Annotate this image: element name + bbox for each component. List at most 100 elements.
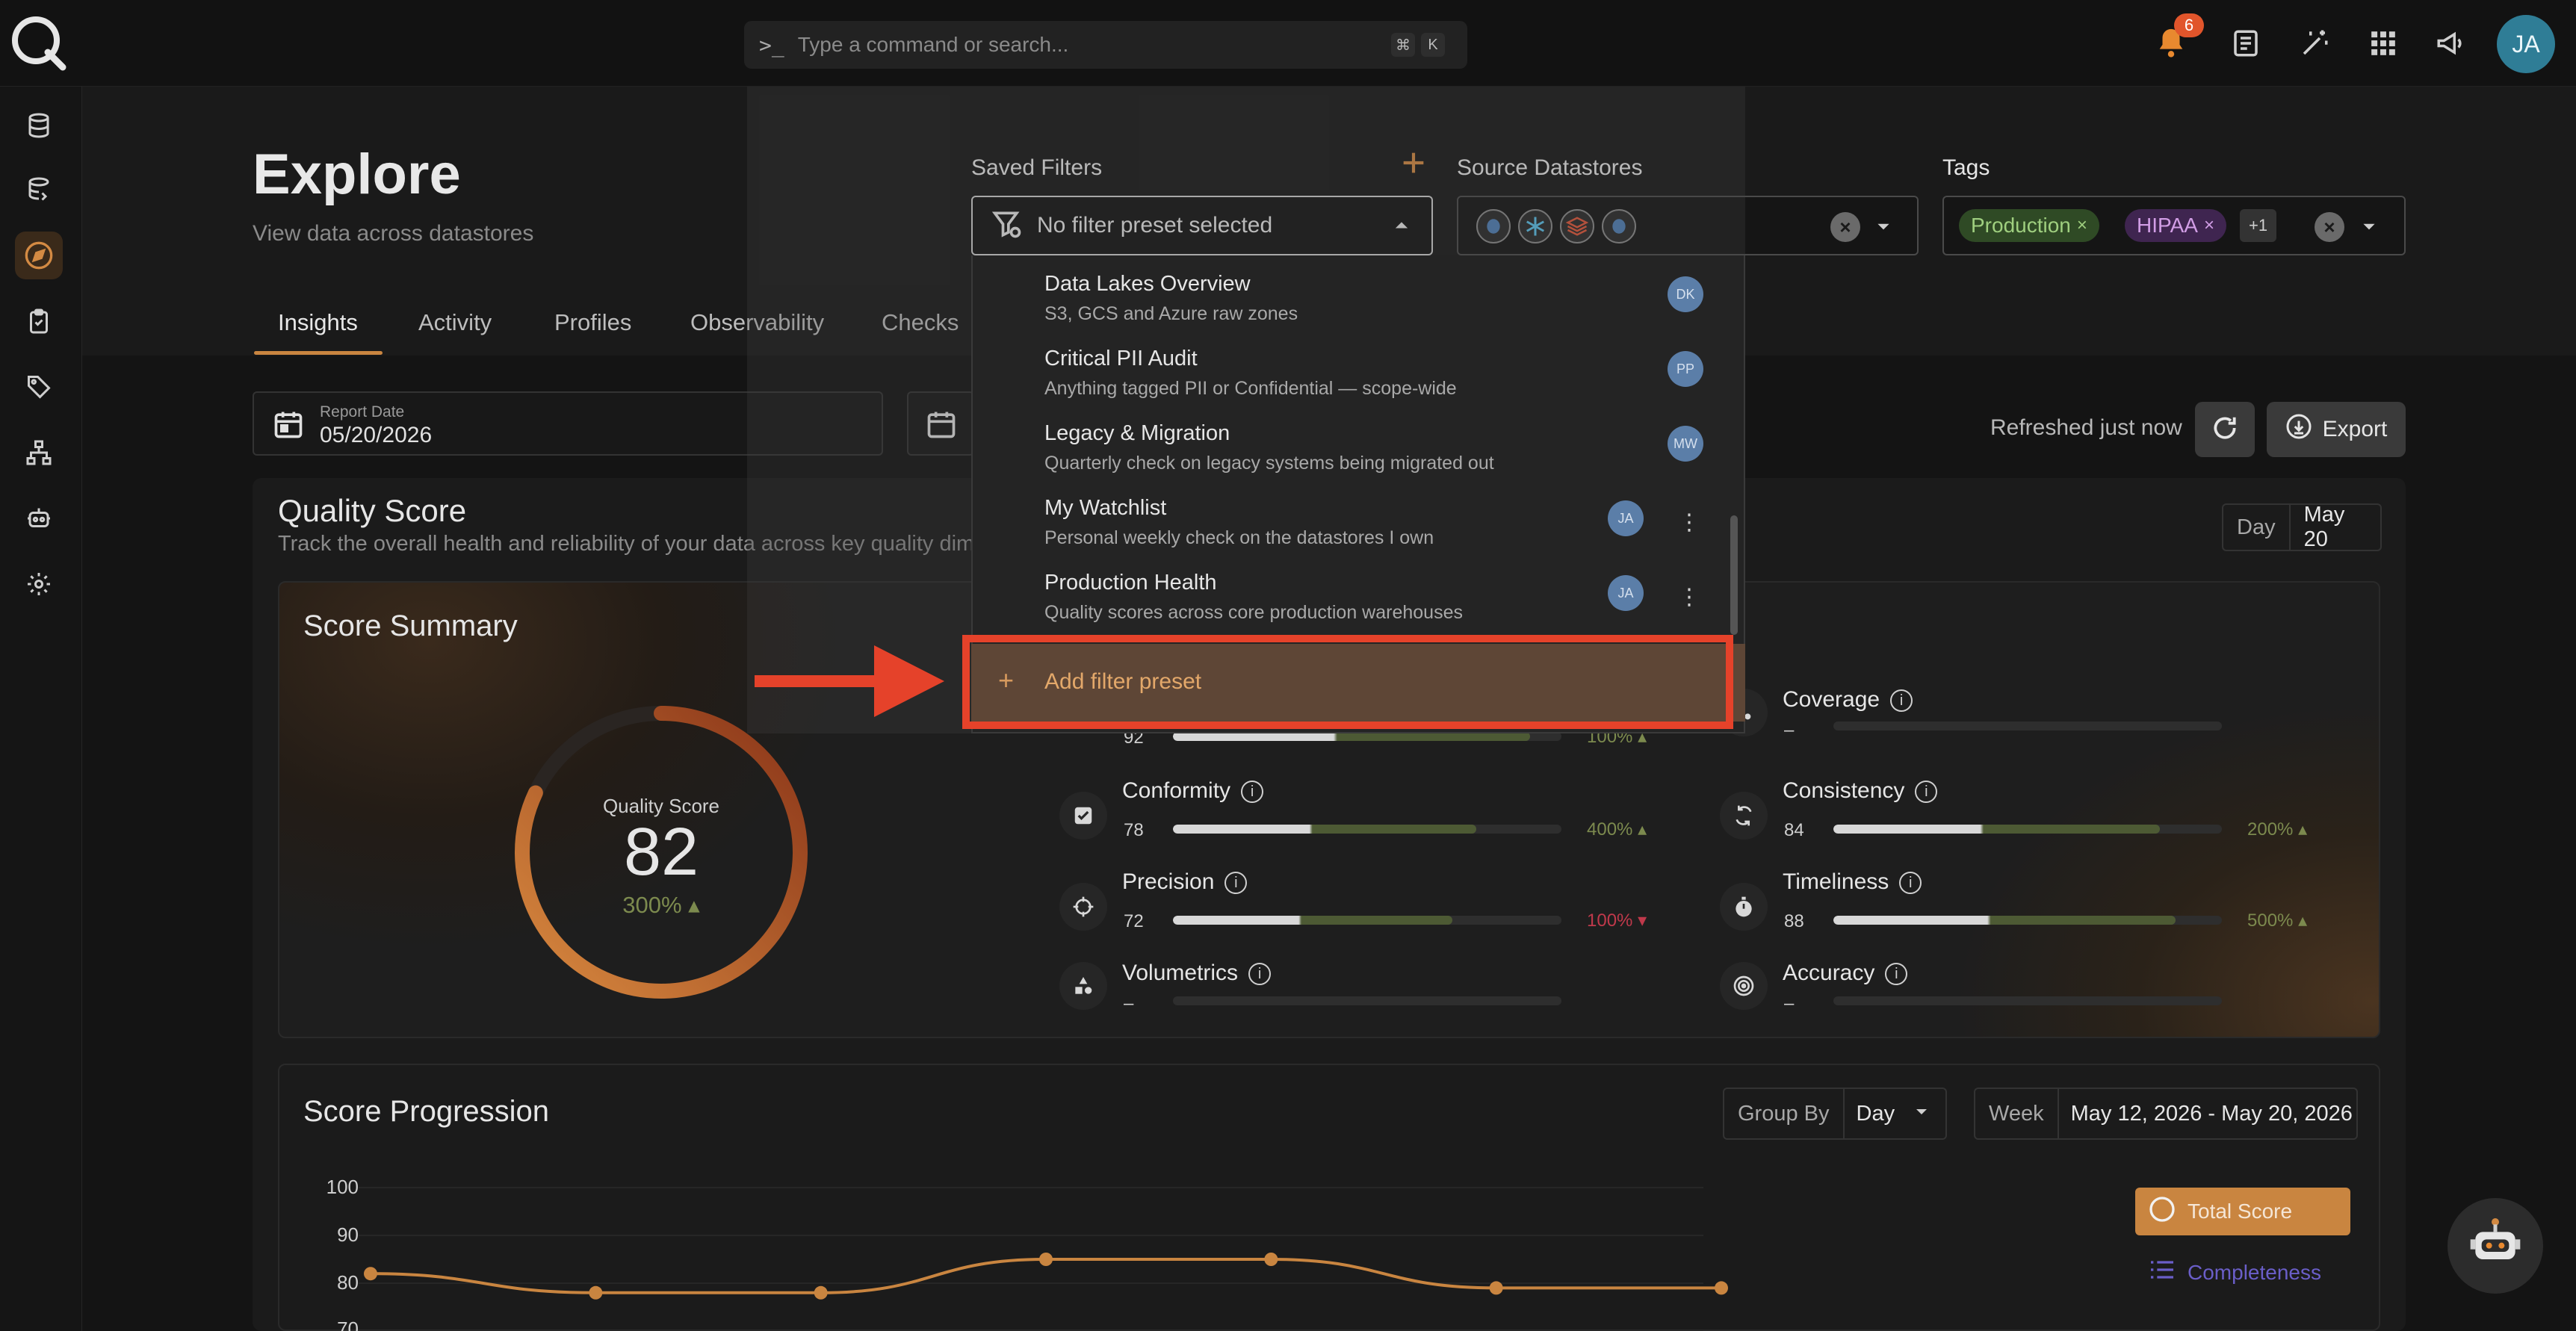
- refresh-button[interactable]: [2195, 402, 2255, 457]
- tab-insights[interactable]: Insights: [278, 309, 358, 336]
- preset-item-production-health[interactable]: Production Health Quality scores across …: [973, 560, 1729, 635]
- dropdown-scrollbar[interactable]: [1730, 515, 1738, 635]
- info-icon[interactable]: i: [1890, 689, 1913, 713]
- volumetrics-shapes-icon: [1059, 962, 1107, 1010]
- metric-name-consistency: Consistency i: [1783, 778, 1938, 804]
- preset-item-critical-pii-audit[interactable]: Critical PII Audit Anything tagged PII o…: [973, 336, 1729, 411]
- list-icon: [2147, 1255, 2177, 1290]
- metric-bar: [1833, 722, 2222, 730]
- chevron-down-icon[interactable]: [1874, 217, 1893, 240]
- data-point[interactable]: [1715, 1281, 1728, 1295]
- metric-name-coverage: Coverage i: [1783, 687, 1913, 713]
- user-avatar[interactable]: JA: [2497, 15, 2555, 73]
- gauge-delta: 300% ▴: [575, 892, 747, 919]
- data-point[interactable]: [364, 1267, 377, 1281]
- date-range-select[interactable]: Week May 12, 2026 - May 20, 2026: [1974, 1088, 2358, 1140]
- period-label[interactable]: Day: [2223, 505, 2291, 550]
- preset-desc: Personal weekly check on the datastores …: [1044, 527, 1434, 548]
- tags-icon[interactable]: [15, 363, 63, 411]
- preset-item-data-lakes-overview[interactable]: Data Lakes Overview S3, GCS and Azure ra…: [973, 261, 1729, 336]
- datastores-icon[interactable]: [15, 102, 63, 149]
- tags-select[interactable]: Production × HIPAA × +1 ×: [1942, 196, 2406, 255]
- preset-title: Data Lakes Overview: [1044, 272, 1251, 296]
- assistant-bot-button[interactable]: [2447, 1198, 2543, 1294]
- preset-desc: Anything tagged PII or Confidential — sc…: [1044, 378, 1457, 399]
- tag-chip-production[interactable]: Production ×: [1959, 209, 2099, 242]
- preset-title: Legacy & Migration: [1044, 421, 1230, 445]
- tab-activity[interactable]: Activity: [418, 309, 492, 336]
- checks-clipboard-icon[interactable]: [15, 297, 63, 345]
- gauge-delta-value: 300%: [622, 892, 682, 918]
- info-icon[interactable]: i: [1915, 781, 1938, 804]
- preset-item-legacy-migration[interactable]: Legacy & Migration Quarterly check on le…: [973, 411, 1729, 485]
- more-tags-badge[interactable]: +1: [2240, 209, 2277, 242]
- score-progression-title: Score Progression: [303, 1095, 550, 1128]
- tag-chip-label: Production: [1971, 214, 2071, 237]
- info-icon[interactable]: i: [1241, 781, 1264, 804]
- preset-item-my-watchlist[interactable]: My Watchlist Personal weekly check on th…: [973, 485, 1729, 560]
- data-point[interactable]: [1264, 1253, 1278, 1266]
- settings-gear-icon[interactable]: [15, 560, 63, 608]
- preset-title: Production Health: [1044, 571, 1217, 595]
- app-logo-icon[interactable]: [9, 13, 69, 73]
- legend-total-score[interactable]: Total Score: [2135, 1188, 2350, 1235]
- magic-wand-icon[interactable]: [2294, 22, 2335, 64]
- metric-delta-value: 200%: [2247, 819, 2294, 840]
- enrichment-icon[interactable]: [15, 166, 63, 214]
- score-progression-chart: [359, 1187, 1728, 1331]
- metric-bar-fill: [1173, 916, 1453, 925]
- clear-datastores-icon[interactable]: ×: [1830, 212, 1860, 242]
- info-icon[interactable]: i: [1248, 963, 1272, 986]
- data-point[interactable]: [814, 1285, 828, 1300]
- metric-name-text: Volumetrics: [1122, 961, 1239, 985]
- trend-down-icon: ▾: [1638, 910, 1647, 931]
- owner-avatar: JA: [1608, 575, 1644, 611]
- notification-count-badge: 6: [2174, 13, 2204, 37]
- y-tick-label: 100: [326, 1176, 359, 1198]
- metric-bar: [1833, 916, 2222, 925]
- period-value[interactable]: May 20: [2291, 503, 2380, 552]
- legend-completeness[interactable]: Completeness: [2147, 1255, 2321, 1290]
- metric-bar: [1173, 825, 1561, 834]
- trend-up-icon: ▴: [1638, 819, 1647, 840]
- data-point[interactable]: [1039, 1253, 1053, 1266]
- page-subtitle: View data across datastores: [253, 221, 534, 246]
- flows-hierarchy-icon[interactable]: [15, 429, 63, 477]
- clear-tags-icon[interactable]: ×: [2315, 212, 2344, 242]
- info-icon[interactable]: i: [1899, 872, 1922, 895]
- metric-bar-fill: [1833, 916, 2176, 925]
- info-icon[interactable]: i: [1885, 963, 1908, 986]
- tag-chip-hipaa[interactable]: HIPAA ×: [2125, 209, 2226, 242]
- announcements-megaphone-icon[interactable]: [2430, 22, 2471, 64]
- legend-total-label: Total Score: [2188, 1200, 2293, 1223]
- tags-label: Tags: [1942, 155, 1990, 180]
- period-selector[interactable]: Day May 20: [2222, 503, 2382, 551]
- metric-name-timeliness: Timeliness i: [1783, 869, 1922, 895]
- page-title: Explore: [253, 143, 461, 206]
- agent-robot-icon[interactable]: [15, 494, 63, 542]
- tab-profiles[interactable]: Profiles: [554, 309, 631, 336]
- pointer-arrow-icon: [755, 645, 944, 717]
- owner-avatar: PP: [1668, 351, 1703, 387]
- more-vertical-icon[interactable]: ⋮: [1678, 508, 1700, 538]
- metric-value: 72: [1124, 911, 1144, 931]
- preset-desc: S3, GCS and Azure raw zones: [1044, 303, 1298, 324]
- score-summary-title: Score Summary: [303, 609, 518, 642]
- refresh-icon: [2211, 414, 2239, 446]
- apps-grid-icon[interactable]: [2362, 22, 2404, 64]
- command-search-input[interactable]: >_ Type a command or search... ⌘ K: [744, 21, 1467, 69]
- chevron-down-icon[interactable]: [2359, 217, 2379, 240]
- document-list-icon[interactable]: [2225, 22, 2267, 64]
- data-point[interactable]: [589, 1285, 603, 1300]
- group-by-select[interactable]: Group By Day: [1723, 1088, 1947, 1140]
- remove-tag-icon[interactable]: ×: [2077, 215, 2087, 236]
- info-icon[interactable]: i: [1224, 872, 1248, 895]
- remove-tag-icon[interactable]: ×: [2204, 215, 2214, 236]
- more-vertical-icon[interactable]: ⋮: [1678, 583, 1700, 612]
- explore-compass-icon[interactable]: [15, 232, 63, 279]
- export-button[interactable]: Export: [2267, 402, 2406, 457]
- data-point[interactable]: [1489, 1281, 1503, 1295]
- metric-delta: 400% ▴: [1587, 819, 1647, 840]
- metric-name-text: Consistency: [1783, 778, 1905, 803]
- metric-delta: 200% ▴: [2247, 819, 2307, 840]
